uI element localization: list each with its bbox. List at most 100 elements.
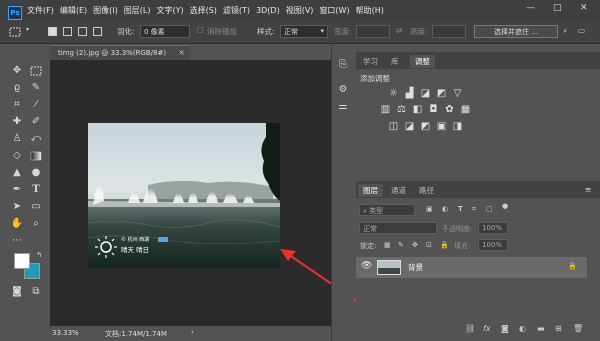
threshold-icon[interactable]: ◩ [420, 122, 431, 132]
history-panel-icon[interactable]: ⎘ [336, 58, 350, 72]
lock-paint-icon[interactable]: ✎ [398, 241, 404, 249]
clone-stamp-tool-icon[interactable]: ♙ [10, 132, 24, 146]
lock-position-icon[interactable]: ✥ [412, 241, 418, 249]
zoom-level[interactable]: 33.33% [52, 329, 79, 337]
filter-shape-icon[interactable]: ⌗ [472, 205, 476, 214]
path-select-tool-icon[interactable]: ➤ [10, 200, 24, 214]
menu-edit[interactable]: 编辑(E) [57, 5, 90, 16]
selective-color-icon[interactable]: ▣ [436, 122, 447, 132]
filter-type-icon[interactable]: T [458, 205, 463, 213]
tab-layers[interactable]: 图层 [358, 184, 383, 197]
filter-toggle-icon[interactable]: ● [502, 202, 508, 210]
curves-icon[interactable]: ◪ [420, 89, 431, 99]
workspace-icon[interactable]: ▭ [578, 26, 585, 35]
lock-all-icon[interactable]: 🔒 [440, 241, 449, 249]
photo-filter-icon[interactable]: ◘ [428, 105, 439, 115]
color-balance-icon[interactable]: ⚖ [396, 105, 407, 115]
zoom-tool-icon[interactable]: ⌕ [29, 217, 43, 231]
screen-mode-icon[interactable]: ⧉ [29, 285, 43, 299]
eye-visibility-icon[interactable]: 👁 [361, 261, 372, 271]
levels-icon[interactable]: ▟ [404, 89, 415, 99]
feather-input[interactable]: 0 像素 [140, 25, 190, 38]
document-image[interactable]: © 杭州 西湖 晴天 晴日 [88, 123, 280, 268]
filter-pixel-icon[interactable]: ▣ [426, 205, 433, 213]
exposure-icon[interactable]: ◩ [436, 89, 447, 99]
lock-transparency-icon[interactable]: ▦ [384, 241, 391, 249]
minimize-button[interactable]: — [526, 3, 535, 13]
menu-select[interactable]: 选择(S) [187, 5, 220, 16]
color-lookup-icon[interactable]: ▦ [460, 105, 471, 115]
marquee-tool-icon[interactable] [29, 64, 43, 78]
dodge-tool-icon[interactable]: ● [29, 166, 43, 180]
link-layers-icon[interactable]: ⛓ [465, 324, 475, 333]
blur-tool-icon[interactable]: ▲ [10, 166, 24, 180]
eraser-tool-icon[interactable]: ◇ [10, 149, 24, 163]
move-tool-icon[interactable]: ✥ [10, 64, 24, 78]
antialias-checkbox[interactable]: ☐ [197, 26, 204, 35]
history-brush-tool-icon[interactable]: ⤺ [29, 132, 43, 146]
lock-artboard-icon[interactable]: ⊡ [426, 241, 432, 249]
panel-menu-icon[interactable]: ≡ [580, 184, 596, 195]
swap-icon[interactable]: ⇄ [396, 26, 402, 35]
fx-icon[interactable]: fx [483, 324, 491, 333]
opacity-input[interactable]: 100% [478, 222, 508, 234]
quick-select-tool-icon[interactable]: ✎ [29, 81, 43, 95]
close-window-button[interactable]: ✕ [580, 3, 588, 13]
menu-type[interactable]: 文字(Y) [153, 5, 186, 16]
brush-tool-icon[interactable]: ✐ [29, 115, 43, 129]
menu-window[interactable]: 窗口(W) [316, 5, 352, 16]
more-tools-icon[interactable]: ⋯ [10, 234, 24, 248]
hue-saturation-icon[interactable]: ▥ [380, 105, 391, 115]
properties-panel-icon[interactable]: ⚙ [336, 83, 350, 97]
menu-file[interactable]: 文件(F) [24, 5, 57, 16]
adjust-sliders-icon[interactable]: ⚌ [336, 100, 350, 114]
select-and-mask-button[interactable]: 选择并遮住 ... [474, 25, 558, 38]
invert-icon[interactable]: ◫ [388, 122, 399, 132]
photoshop-logo[interactable]: Ps [8, 6, 22, 20]
menu-filter[interactable]: 滤镜(T) [220, 5, 253, 16]
menu-layer[interactable]: 图层(L) [121, 5, 154, 16]
rectangle-tool-icon[interactable]: ▭ [29, 200, 43, 214]
marquee-preset-icon[interactable] [8, 25, 22, 39]
add-selection-icon[interactable] [63, 27, 72, 36]
tab-libraries[interactable]: 库 [386, 55, 404, 68]
vibrance-icon[interactable]: ▽ [452, 89, 463, 99]
height-input[interactable] [432, 25, 466, 38]
quick-mask-icon[interactable]: ◙ [10, 285, 24, 299]
pen-tool-icon[interactable]: ✒ [10, 183, 24, 197]
close-tab-icon[interactable]: × [178, 48, 185, 57]
tab-channels[interactable]: 通道 [386, 184, 411, 197]
menu-image[interactable]: 图像(I) [90, 5, 121, 16]
brightness-icon[interactable]: ☼ [388, 89, 399, 99]
type-tool-icon[interactable]: T [29, 183, 43, 197]
layer-row[interactable]: 👁 背景 🔒 [356, 257, 587, 278]
filter-adjustment-icon[interactable]: ◐ [442, 205, 448, 213]
menu-view[interactable]: 视图(V) [283, 5, 317, 16]
gradient-map-icon[interactable]: ◨ [452, 122, 463, 132]
swap-colors-icon[interactable]: ↰ [32, 248, 46, 262]
tab-paths[interactable]: 路径 [414, 184, 439, 197]
adjustment-layer-icon[interactable]: ◐ [519, 324, 526, 333]
eyedropper-tool-icon[interactable]: ⁄ [29, 98, 43, 112]
style-select[interactable]: 正常 ▾ [280, 25, 328, 38]
hand-tool-icon[interactable]: ✋ [10, 217, 24, 231]
add-mask-icon[interactable]: ◙ [501, 324, 509, 333]
crop-tool-icon[interactable]: ⌗ [10, 98, 24, 112]
gradient-tool-icon[interactable] [29, 149, 43, 163]
maximize-button[interactable]: □ [553, 3, 562, 13]
menu-3d[interactable]: 3D(D) [253, 6, 283, 15]
new-selection-icon[interactable] [48, 27, 57, 36]
new-layer-icon[interactable]: ⊞ [555, 324, 562, 333]
lasso-tool-icon[interactable]: ϱ [10, 81, 24, 95]
chevron-down-icon[interactable]: ▾ [26, 26, 29, 33]
search-icon[interactable]: ⌕ [563, 26, 567, 36]
blend-mode-select[interactable]: 正常 [359, 222, 437, 234]
status-menu-arrow[interactable]: › [191, 328, 194, 336]
black-white-icon[interactable]: ◧ [412, 105, 423, 115]
healing-brush-tool-icon[interactable]: ✚ [10, 115, 24, 129]
menu-help[interactable]: 帮助(H) [353, 5, 387, 16]
document-tab[interactable]: timg (2).jpg @ 33.3%(RGB/8#) × [50, 45, 190, 60]
intersect-selection-icon[interactable] [93, 27, 102, 36]
posterize-icon[interactable]: ◪ [404, 122, 415, 132]
fill-input[interactable]: 100% [478, 239, 508, 251]
